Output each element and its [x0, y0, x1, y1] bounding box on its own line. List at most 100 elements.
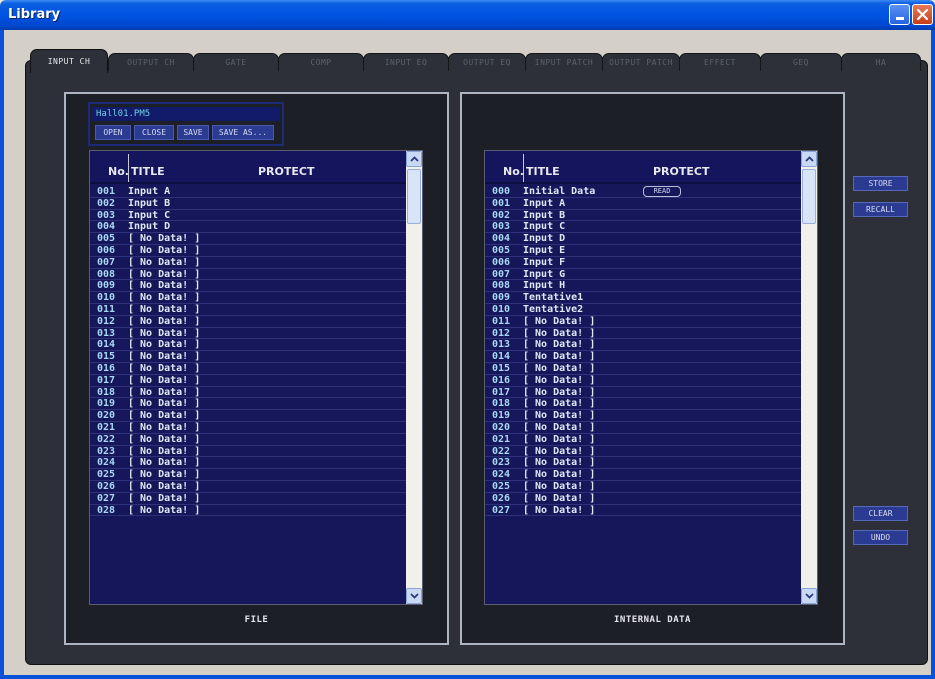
list-item[interactable]: 002 Input B: [485, 210, 803, 222]
list-item[interactable]: 005 [ No Data! ]: [90, 233, 408, 245]
tab-input-eq[interactable]: INPUT EQ: [363, 53, 449, 71]
list-item[interactable]: 009 Tentative1: [485, 292, 803, 304]
list-item[interactable]: 016 [ No Data! ]: [485, 375, 803, 387]
list-item[interactable]: 008 [ No Data! ]: [90, 269, 408, 281]
tab-comp[interactable]: COMP: [278, 53, 364, 71]
item-number: 016: [492, 374, 511, 386]
item-number: 026: [97, 480, 116, 492]
tab-ha[interactable]: HA: [841, 53, 921, 71]
scroll-down-button[interactable]: [406, 588, 422, 604]
list-item[interactable]: 027 [ No Data! ]: [90, 493, 408, 505]
list-item[interactable]: 019 [ No Data! ]: [485, 410, 803, 422]
list-item[interactable]: 017 [ No Data! ]: [485, 387, 803, 399]
list-item[interactable]: 016 [ No Data! ]: [90, 363, 408, 375]
list-item[interactable]: 008 Input H: [485, 280, 803, 293]
list-item[interactable]: 013 [ No Data! ]: [90, 328, 408, 340]
list-item[interactable]: 020 [ No Data! ]: [90, 410, 408, 422]
recall-button[interactable]: RECALL: [853, 202, 908, 217]
scroll-thumb[interactable]: [802, 169, 816, 224]
tab-output-ch[interactable]: OUTPUT CH: [108, 53, 194, 71]
save-button[interactable]: SAVE: [177, 125, 209, 140]
list-item[interactable]: 001 Input A: [90, 186, 408, 198]
list-item[interactable]: 026 [ No Data! ]: [90, 481, 408, 493]
title-bar[interactable]: Library: [0, 0, 935, 30]
tab-input-patch[interactable]: INPUT PATCH: [525, 53, 603, 71]
item-number: 013: [97, 327, 116, 339]
item-title: [ No Data! ]: [128, 256, 201, 268]
list-item[interactable]: 002 Input B: [90, 198, 408, 210]
list-item[interactable]: 028 [ No Data! ]: [90, 505, 408, 517]
list-item[interactable]: 010 Tentative2: [485, 304, 803, 316]
list-item[interactable]: 027 [ No Data! ]: [485, 505, 803, 517]
file-list-scrollbar[interactable]: [406, 151, 422, 604]
list-item[interactable]: 015 [ No Data! ]: [90, 351, 408, 363]
scroll-up-button[interactable]: [406, 151, 422, 167]
list-item[interactable]: 014 [ No Data! ]: [485, 351, 803, 363]
tab-output-patch[interactable]: OUTPUT PATCH: [602, 53, 680, 71]
list-item[interactable]: 017 [ No Data! ]: [90, 375, 408, 387]
list-item[interactable]: 001 Input A: [485, 198, 803, 210]
item-title: [ No Data! ]: [128, 504, 201, 516]
item-title: [ No Data! ]: [128, 445, 201, 457]
list-item[interactable]: 021 [ No Data! ]: [90, 422, 408, 434]
file-controls: Hall01.PM5 OPEN CLOSE SAVE SAVE AS...: [88, 102, 284, 146]
list-item[interactable]: 025 [ No Data! ]: [90, 469, 408, 481]
internal-list[interactable]: No. TITLE PROTECT 000 Initial Data READ 001…: [484, 150, 818, 605]
minimize-button[interactable]: [889, 4, 910, 25]
tab-effect[interactable]: EFFECT: [679, 53, 761, 71]
item-number: 011: [492, 315, 511, 327]
list-item[interactable]: 000 Initial Data READ: [485, 186, 803, 198]
internal-list-scrollbar[interactable]: [801, 151, 817, 604]
open-button[interactable]: OPEN: [95, 125, 131, 140]
item-number: 022: [492, 445, 511, 457]
tab-input-ch[interactable]: INPUT CH: [30, 49, 108, 73]
scroll-down-button[interactable]: [801, 588, 817, 604]
tab-gate[interactable]: GATE: [193, 53, 279, 71]
list-item[interactable]: 018 [ No Data! ]: [90, 387, 408, 399]
list-item[interactable]: 012 [ No Data! ]: [90, 316, 408, 328]
close-button[interactable]: [912, 4, 933, 25]
undo-button[interactable]: UNDO: [853, 530, 908, 545]
list-item[interactable]: 006 Input F: [485, 257, 803, 269]
list-item[interactable]: 022 [ No Data! ]: [485, 446, 803, 458]
list-item[interactable]: 006 [ No Data! ]: [90, 245, 408, 257]
list-item[interactable]: 024 [ No Data! ]: [90, 457, 408, 470]
scroll-up-button[interactable]: [801, 151, 817, 167]
close-file-button[interactable]: CLOSE: [134, 125, 174, 140]
list-item[interactable]: 018 [ No Data! ]: [485, 398, 803, 411]
list-item[interactable]: 015 [ No Data! ]: [485, 363, 803, 375]
list-item[interactable]: 020 [ No Data! ]: [485, 422, 803, 434]
list-item[interactable]: 007 Input G: [485, 269, 803, 281]
list-item[interactable]: 005 Input E: [485, 245, 803, 257]
list-item[interactable]: 003 Input C: [90, 210, 408, 222]
item-title: [ No Data! ]: [128, 268, 201, 280]
list-item[interactable]: 011 [ No Data! ]: [485, 316, 803, 328]
list-item[interactable]: 014 [ No Data! ]: [90, 339, 408, 352]
list-item[interactable]: 024 [ No Data! ]: [485, 469, 803, 481]
list-item[interactable]: 013 [ No Data! ]: [485, 339, 803, 352]
list-item[interactable]: 026 [ No Data! ]: [485, 493, 803, 505]
list-item[interactable]: 025 [ No Data! ]: [485, 481, 803, 493]
list-item[interactable]: 019 [ No Data! ]: [90, 398, 408, 411]
save-as-button[interactable]: SAVE AS...: [212, 125, 274, 140]
clear-button[interactable]: CLEAR: [853, 506, 908, 521]
list-item[interactable]: 023 [ No Data! ]: [90, 446, 408, 458]
list-item[interactable]: 010 [ No Data! ]: [90, 292, 408, 304]
file-list[interactable]: No. TITLE PROTECT 001 Input A 002 Input B 00…: [89, 150, 423, 605]
list-item[interactable]: 023 [ No Data! ]: [485, 457, 803, 470]
store-button[interactable]: STORE: [853, 176, 908, 191]
list-item[interactable]: 004 Input D: [485, 233, 803, 245]
list-item[interactable]: 021 [ No Data! ]: [485, 434, 803, 446]
list-item[interactable]: 022 [ No Data! ]: [90, 434, 408, 446]
list-item[interactable]: 012 [ No Data! ]: [485, 328, 803, 340]
scroll-thumb[interactable]: [407, 169, 421, 224]
list-item[interactable]: 011 [ No Data! ]: [90, 304, 408, 316]
tab-output-eq[interactable]: OUTPUT EQ: [448, 53, 526, 71]
item-title: Input F: [523, 256, 566, 268]
tab-geq[interactable]: GEQ: [760, 53, 842, 71]
protect-badge[interactable]: READ: [643, 186, 681, 197]
list-item[interactable]: 007 [ No Data! ]: [90, 257, 408, 269]
list-item[interactable]: 003 Input C: [485, 221, 803, 234]
list-item[interactable]: 004 Input D: [90, 221, 408, 234]
list-item[interactable]: 009 [ No Data! ]: [90, 280, 408, 293]
